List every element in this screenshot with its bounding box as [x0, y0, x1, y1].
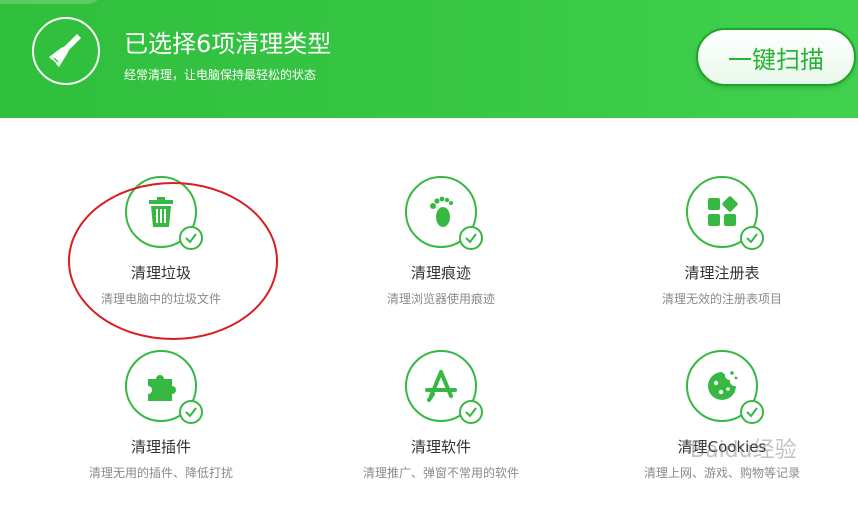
item-desc: 清理无效的注册表项目 — [661, 292, 782, 306]
icon-circle — [125, 350, 203, 424]
check-icon[interactable] — [179, 226, 203, 250]
page-subtitle: 经常清理，让电脑保持最轻松的状态 — [124, 68, 317, 82]
item-title: 清理插件 — [130, 438, 191, 456]
registry-icon — [708, 196, 738, 226]
cookie-icon — [708, 371, 738, 400]
one-click-scan-button[interactable]: 一键扫描 — [696, 28, 856, 86]
header-tab[interactable] — [0, 0, 102, 4]
clean-item-cookies[interactable]: 清理Cookies 清理上网、游戏、购物等记录 — [582, 350, 858, 510]
icon-circle — [405, 350, 483, 424]
item-desc: 清理推广、弹窗不常用的软件 — [362, 466, 519, 480]
clean-item-registry[interactable]: 清理注册表 清理无效的注册表项目 — [582, 176, 858, 336]
item-title: 清理Cookies — [677, 438, 767, 456]
item-desc: 清理电脑中的垃圾文件 — [100, 292, 221, 306]
icon-circle — [686, 176, 764, 250]
check-icon[interactable] — [459, 400, 483, 424]
icon-circle — [125, 176, 203, 250]
check-icon[interactable] — [179, 400, 203, 424]
item-desc: 清理无用的插件、降低打扰 — [88, 466, 233, 480]
broom-icon — [32, 17, 100, 85]
trash-icon — [149, 197, 173, 227]
item-title: 清理软件 — [410, 438, 471, 456]
puzzle-icon — [148, 375, 176, 401]
header-banner: 已选择6项清理类型 经常清理，让电脑保持最轻松的状态 一键扫描 — [0, 0, 858, 118]
item-desc: 清理上网、游戏、购物等记录 — [643, 466, 800, 480]
item-title: 清理垃圾 — [130, 264, 191, 282]
item-desc: 清理浏览器使用痕迹 — [386, 292, 495, 306]
icon-circle — [405, 176, 483, 250]
icon-circle — [686, 350, 764, 424]
app-store-icon — [425, 370, 457, 402]
clean-item-software[interactable]: 清理软件 清理推广、弹窗不常用的软件 — [301, 350, 581, 510]
check-icon[interactable] — [740, 400, 764, 424]
footprint-icon — [430, 196, 453, 227]
clean-item-traces[interactable]: 清理痕迹 清理浏览器使用痕迹 — [301, 176, 581, 336]
item-title: 清理痕迹 — [410, 264, 471, 282]
page-title: 已选择6项清理类型 — [124, 30, 332, 58]
clean-item-junk[interactable]: 清理垃圾 清理电脑中的垃圾文件 — [21, 176, 301, 336]
clean-item-plugins[interactable]: 清理插件 清理无用的插件、降低打扰 — [21, 350, 301, 510]
check-icon[interactable] — [459, 226, 483, 250]
check-icon[interactable] — [740, 226, 764, 250]
item-title: 清理注册表 — [684, 264, 760, 282]
